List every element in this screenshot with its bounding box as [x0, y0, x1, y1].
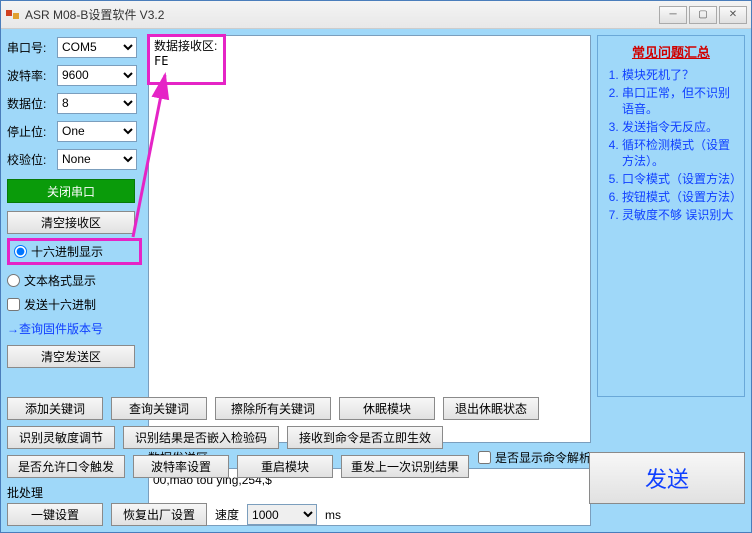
text-display-label: 文本格式显示 [24, 272, 96, 289]
restart-module-button[interactable]: 重启模块 [237, 455, 333, 478]
send-hex-label: 发送十六进制 [24, 296, 96, 313]
faq-item[interactable]: 循环检测模式（设置方法）。 [622, 137, 738, 169]
faq-item[interactable]: 口令模式（设置方法） [622, 171, 738, 187]
baud-select[interactable]: 9600 [57, 65, 137, 86]
minimize-button[interactable]: ─ [659, 6, 687, 24]
sleep-module-button[interactable]: 休眠模块 [339, 397, 435, 420]
faq-item[interactable]: 按钮模式（设置方法） [622, 189, 738, 205]
stopbits-label: 停止位: [7, 123, 53, 140]
allow-password-button[interactable]: 是否允许口令触发 [7, 455, 125, 478]
sensitivity-button[interactable]: 识别灵敏度调节 [7, 426, 115, 449]
exit-sleep-button[interactable]: 退出休眠状态 [443, 397, 539, 420]
hex-display-radio[interactable] [14, 245, 27, 258]
recv-label: 数据接收区: [154, 37, 217, 54]
baud-label: 波特率: [7, 67, 53, 84]
factory-reset-button[interactable]: 恢复出厂设置 [111, 503, 207, 526]
clear-recv-button[interactable]: 清空接收区 [7, 211, 135, 234]
add-keyword-button[interactable]: 添加关键词 [7, 397, 103, 420]
clear-send-button[interactable]: 清空发送区 [7, 345, 135, 368]
hex-display-highlight: 十六进制显示 [7, 238, 142, 265]
bottom-panel: 添加关键词 查询关键词 擦除所有关键词 休眠模块 退出休眠状态 识别灵敏度调节 … [7, 397, 745, 526]
speed-unit: ms [325, 508, 341, 522]
text-display-radio[interactable] [7, 274, 20, 287]
recv-highlight-box: 数据接收区: FE [147, 34, 226, 85]
maximize-button[interactable]: ▢ [689, 6, 717, 24]
recv-data: FE [154, 54, 168, 68]
close-button[interactable]: ✕ [719, 6, 747, 24]
faq-item[interactable]: 串口正常，但不识别语音。 [622, 85, 738, 117]
stopbits-select[interactable]: One [57, 121, 137, 142]
speed-select[interactable]: 1000 [247, 504, 317, 525]
send-hex-checkbox[interactable] [7, 298, 20, 311]
faq-item[interactable]: 灵敏度不够 误识别大 [622, 207, 738, 223]
close-port-button[interactable]: 关闭串口 [7, 179, 135, 203]
recv-textarea[interactable]: 数据接收区: FE [148, 35, 591, 443]
databits-label: 数据位: [7, 95, 53, 112]
parity-select[interactable]: None [57, 149, 137, 170]
port-label: 串口号: [7, 39, 53, 56]
send-button[interactable]: 发送 [589, 452, 745, 504]
titlebar: ASR M08-B设置软件 V3.2 ─ ▢ ✕ [1, 1, 751, 29]
resend-last-button[interactable]: 重发上一次识别结果 [341, 455, 469, 478]
faq-panel: 常见问题汇总 模块死机了？ 串口正常，但不识别语音。 发送指令无反应。 循环检测… [597, 35, 745, 397]
speed-label: 速度 [215, 506, 239, 523]
faq-title: 常见问题汇总 [604, 42, 738, 61]
query-firmware-link[interactable]: →查询固件版本号 [7, 320, 103, 337]
baudrate-set-button[interactable]: 波特率设置 [133, 455, 229, 478]
faq-item[interactable]: 模块死机了？ [622, 67, 738, 83]
window-title: ASR M08-B设置软件 V3.2 [25, 6, 659, 23]
app-icon [5, 7, 21, 23]
erase-keyword-button[interactable]: 擦除所有关键词 [215, 397, 331, 420]
one-key-setup-button[interactable]: 一键设置 [7, 503, 103, 526]
faq-list: 模块死机了？ 串口正常，但不识别语音。 发送指令无反应。 循环检测模式（设置方法… [604, 67, 738, 223]
parity-label: 校验位: [7, 151, 53, 168]
hex-display-label: 十六进制显示 [31, 243, 103, 260]
faq-item[interactable]: 发送指令无反应。 [622, 119, 738, 135]
embed-check-button[interactable]: 识别结果是否嵌入检验码 [123, 426, 279, 449]
port-select[interactable]: COM5 [57, 37, 137, 58]
cmd-effect-button[interactable]: 接收到命令是否立即生效 [287, 426, 443, 449]
databits-select[interactable]: 8 [57, 93, 137, 114]
query-keyword-button[interactable]: 查询关键词 [111, 397, 207, 420]
